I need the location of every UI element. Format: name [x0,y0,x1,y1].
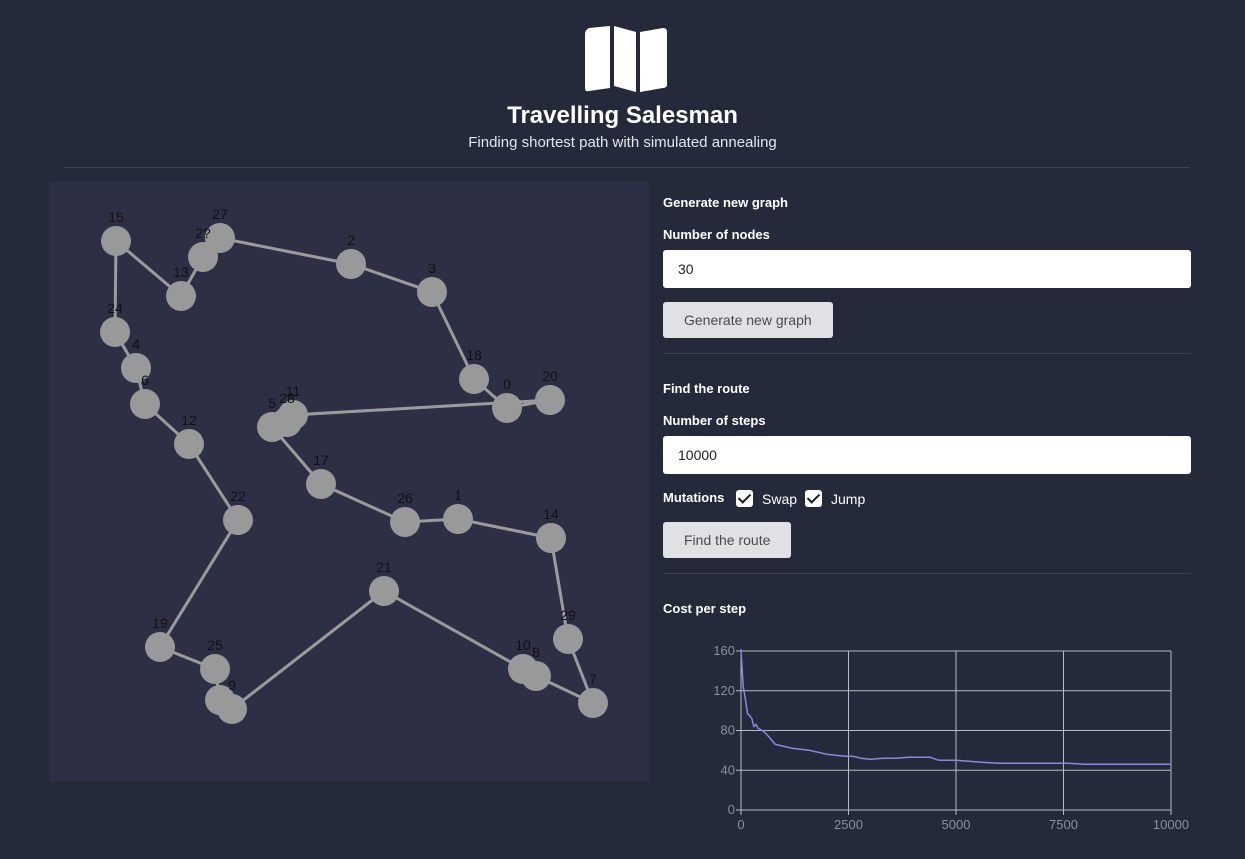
y-tick-label: 80 [721,723,735,738]
mutations-row: Mutations Swap Jump [663,488,1063,510]
nodes-input[interactable] [663,250,1191,288]
find-route-button[interactable]: Find the route [663,522,792,558]
node-label: 29 [560,607,576,623]
graph-node [492,393,522,423]
graph-node [100,317,130,347]
node-label: 14 [543,506,559,522]
page-title: Travelling Salesman [507,102,738,129]
node-label: 27 [212,206,228,222]
graph-node [130,389,160,419]
y-tick-label: 40 [721,762,735,777]
swap-label[interactable]: Swap [762,491,797,507]
y-tick-label: 0 [728,802,735,817]
node-label: 0 [503,376,511,392]
node-label: 17 [313,452,329,468]
nodes-label: Number of nodes [663,227,770,242]
x-tick-label: 7500 [1049,817,1078,832]
node-label: 24 [107,300,123,316]
graph-node [535,385,565,415]
graph-node [166,281,196,311]
node-label: 12 [181,412,197,428]
header: Travelling Salesman Finding shortest pat… [0,0,1245,168]
generate-section-title: Generate new graph [663,195,788,210]
steps-label: Number of steps [663,413,766,428]
graph-node [336,249,366,279]
graph-node [536,523,566,553]
graph-node [417,277,447,307]
node-label: 4 [132,336,140,352]
jump-label[interactable]: Jump [831,491,865,507]
graph-node [553,624,583,654]
graph-svg: 0123456789101112131415171819202122242526… [100,206,608,724]
node-label: 20 [542,368,558,384]
graph-node [459,364,489,394]
cost-chart: 0 40 80 120 160 0 2500 5000 7500 10000 [713,643,1189,832]
node-label: 7 [589,671,597,687]
node-label: 2 [347,232,355,248]
generate-graph-button[interactable]: Generate new graph [663,302,833,338]
swap-checkbox[interactable] [736,490,753,507]
node-label: 10 [515,637,531,653]
section-divider-2 [663,573,1191,574]
graph-node [369,576,399,606]
graph-canvas: 0 1 2 3 4 5 6 7 8 9 10 11 12 13 14 15 17 18 19 20 21 22 24 25 26… [49,182,649,782]
header-divider [63,167,1190,168]
node-label: 3 [428,260,436,276]
steps-input[interactable] [663,436,1191,474]
graph-node [443,504,473,534]
node-label: 28 [279,390,295,406]
graph-node [578,688,608,718]
node-label: 25 [207,637,223,653]
graph-node [145,632,175,662]
node-label: 26 [397,490,413,506]
node-label: 1 [454,487,462,503]
check-icon [806,490,821,504]
graph-node [223,505,253,535]
page-subtitle: Finding shortest path with simulated ann… [468,134,777,151]
x-tick-label: 0 [737,817,744,832]
graph-node [174,429,204,459]
map-icon [585,26,667,92]
graph-node [306,469,336,499]
node-label: 5 [268,395,276,411]
graph-node [272,407,302,437]
section-divider-1 [663,353,1191,354]
node-label: 2? [195,225,211,241]
x-tick-label: 2500 [834,817,863,832]
node-label: 19 [152,615,168,631]
y-tick-label: 120 [713,683,735,698]
graph-node [101,226,131,256]
graph-node [200,654,230,684]
node-label: 15 [108,209,124,225]
node-label: 21 [376,559,392,575]
y-tick-label: 160 [713,643,735,658]
mutations-label: Mutations [663,490,725,505]
node-label: 22 [230,488,246,504]
node-label: 13 [173,264,189,280]
node-label: 8 [532,644,540,660]
route-section-title: Find the route [663,381,750,396]
cost-section-title: Cost per step [663,601,747,616]
check-icon [737,490,752,504]
node-label: 18 [466,347,482,363]
node-label: 6 [141,372,149,388]
node-label: 9 [228,677,236,693]
x-tick-label: 5000 [942,817,971,832]
graph-node [390,507,420,537]
jump-checkbox[interactable] [805,490,822,507]
x-tick-label: 10000 [1153,817,1189,832]
